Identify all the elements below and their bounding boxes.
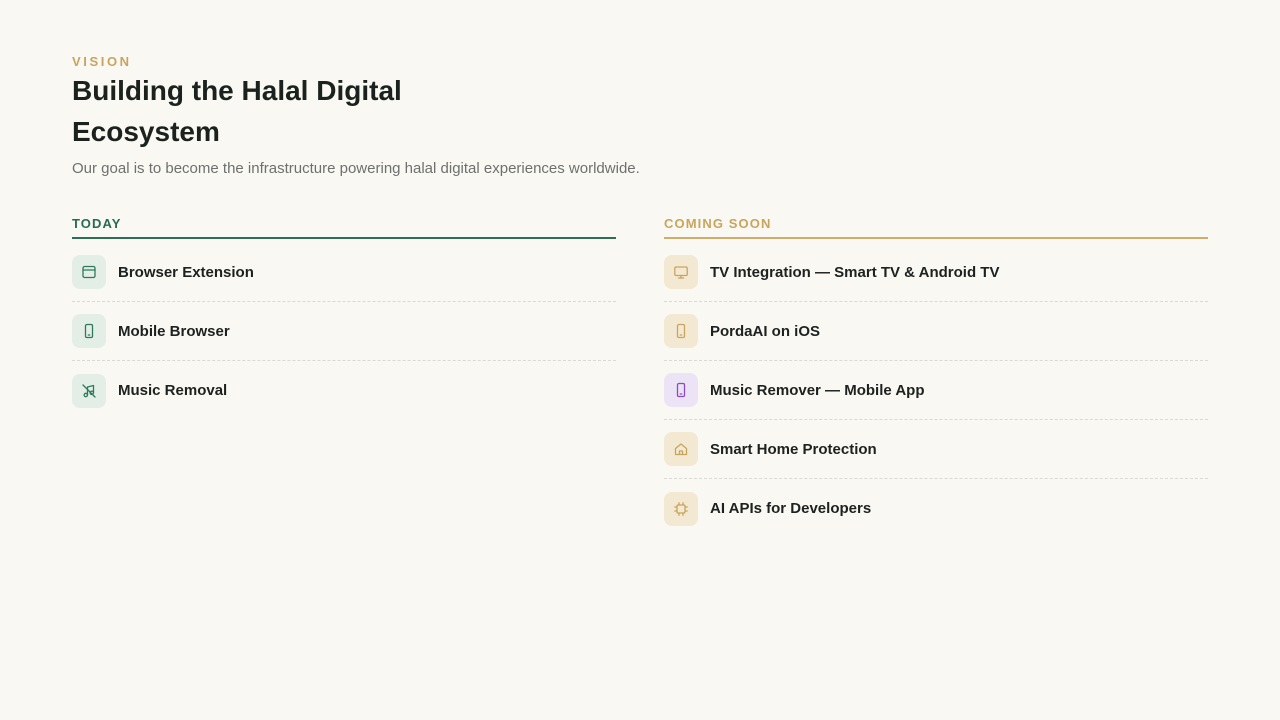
list-item-ai-apis: AI APIs for Developers <box>664 479 1208 538</box>
home-icon <box>664 432 698 466</box>
coming-soon-heading: COMING SOON <box>664 214 1208 239</box>
list-item-music-remover-app: Music Remover — Mobile App <box>664 361 1208 420</box>
item-label: Smart Home Protection <box>710 440 877 458</box>
item-label: TV Integration — Smart TV & Android TV <box>710 263 1000 281</box>
today-heading: TODAY <box>72 214 616 239</box>
smartphone-icon <box>72 314 106 348</box>
smartphone-icon <box>664 314 698 348</box>
coming-soon-column: COMING SOON TV Integration — Smart TV & … <box>664 214 1208 538</box>
item-label: PordaAI on iOS <box>710 322 821 340</box>
smartphone-icon <box>664 373 698 407</box>
item-label: Mobile Browser <box>118 322 230 340</box>
cpu-chip-icon <box>664 491 698 526</box>
list-item-pordaai-ios: PordaAI on iOS <box>664 302 1208 361</box>
list-item-smart-home: Smart Home Protection <box>664 420 1208 479</box>
page-subtitle: Our goal is to become the infrastructure… <box>72 160 640 177</box>
section-eyebrow: VISION <box>72 54 132 69</box>
tv-icon <box>664 255 698 289</box>
list-item-browser-extension: Browser Extension <box>72 243 616 302</box>
page-title: Building the Halal Digital Ecosystem <box>72 75 402 147</box>
vision-section: VISION Building the Halal Digital Ecosys… <box>0 0 1280 720</box>
music-off-icon <box>72 373 106 408</box>
item-label: Music Removal <box>118 382 228 399</box>
list-item-tv-integration: TV Integration — Smart TV & Android TV <box>664 243 1208 302</box>
list-item-mobile-browser: Mobile Browser <box>72 302 616 361</box>
today-column: TODAY Browser Extension Mobile Browser M… <box>72 214 616 420</box>
item-label: AI APIs for Developers <box>710 500 872 517</box>
item-label: Browser Extension <box>118 263 254 281</box>
today-list: Browser Extension Mobile Browser Music R… <box>72 243 616 420</box>
item-label: Music Remover — Mobile App <box>710 381 925 399</box>
coming-soon-list: TV Integration — Smart TV & Android TV P… <box>664 243 1208 538</box>
list-item-music-removal: Music Removal <box>72 361 616 420</box>
browser-window-icon <box>72 255 106 289</box>
